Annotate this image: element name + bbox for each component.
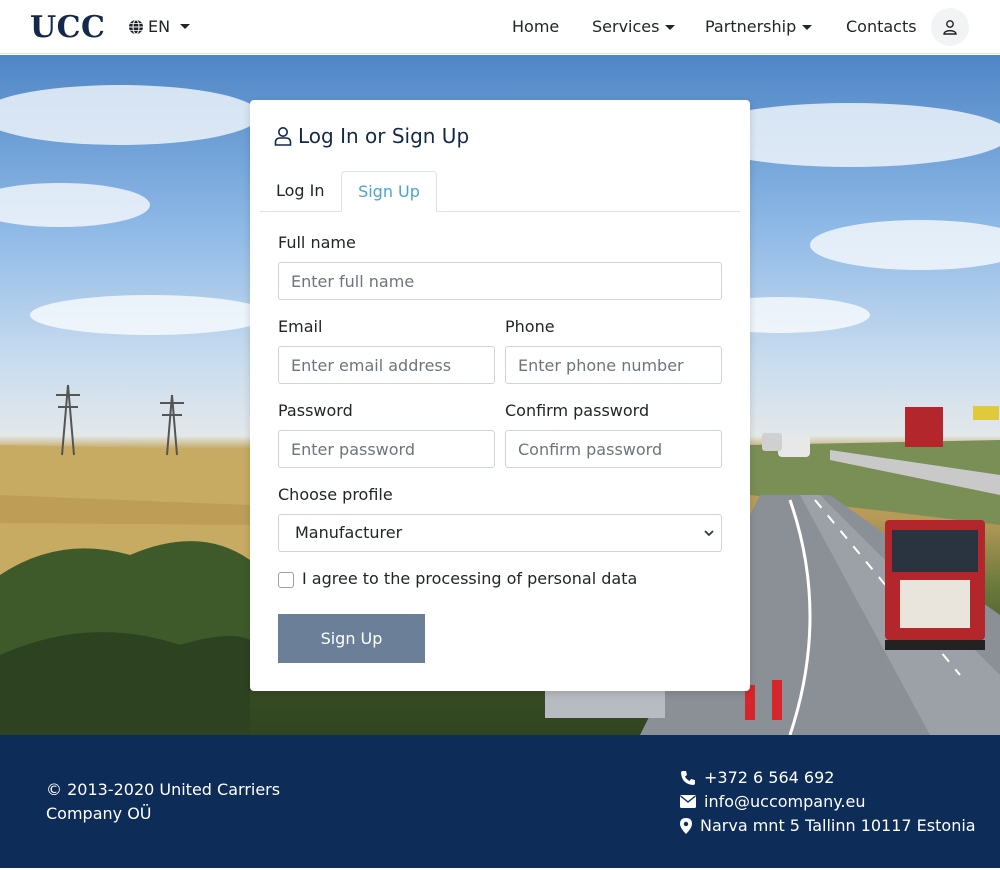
email-input[interactable]	[278, 346, 495, 384]
nav-item-partnership[interactable]: Partnership	[705, 17, 813, 36]
footer: © 2013-2020 United Carriers Company OÜ +…	[0, 735, 1000, 868]
footer-address-text: Narva mnt 5 Tallinn 10117 Estonia	[700, 816, 976, 835]
chevron-down-icon	[704, 530, 714, 537]
footer-phone-text: +372 6 564 692	[704, 768, 835, 787]
footer-email-text: info@uccompany.eu	[704, 792, 866, 811]
full-name-input[interactable]	[278, 262, 722, 300]
auth-card: Log In or Sign Up Log In Sign Up Full na…	[250, 100, 750, 691]
copyright-text: © 2013-2020 United Carriers Company OÜ	[46, 780, 281, 823]
nav-item-home[interactable]: Home	[512, 17, 559, 36]
tab-log-in[interactable]: Log In	[260, 171, 341, 212]
email-label: Email	[278, 317, 323, 336]
full-name-label: Full name	[278, 233, 356, 252]
profile-select[interactable]: Manufacturer	[278, 514, 722, 552]
user-icon	[274, 127, 292, 146]
confirm-password-label: Confirm password	[505, 401, 650, 420]
tab-sign-up[interactable]: Sign Up	[341, 171, 437, 212]
nav-item-services[interactable]: Services	[592, 17, 676, 36]
nav-item-partnership-label: Partnership	[705, 17, 797, 36]
consent-label: I agree to the processing of personal da…	[302, 569, 638, 588]
consent-checkbox[interactable]	[278, 572, 294, 588]
sign-up-button[interactable]: Sign Up	[278, 614, 425, 663]
nav-item-contacts[interactable]: Contacts	[846, 17, 917, 36]
footer-address: Narva mnt 5 Tallinn 10117 Estonia	[680, 816, 976, 835]
card-title-text: Log In or Sign Up	[298, 124, 470, 148]
password-input[interactable]	[278, 430, 495, 468]
confirm-password-input[interactable]	[505, 430, 722, 468]
map-marker-icon	[680, 817, 692, 834]
phone-icon	[681, 770, 695, 785]
chevron-down-icon	[665, 25, 676, 30]
nav-item-services-label: Services	[592, 17, 660, 36]
profile-selected-value: Manufacturer	[295, 523, 403, 542]
card-title: Log In or Sign Up	[274, 124, 469, 148]
user-icon	[943, 20, 957, 35]
navbar: UCC EN Home Services Partnership Contact…	[0, 0, 1000, 54]
phone-label: Phone	[505, 317, 555, 336]
footer-email[interactable]: info@uccompany.eu	[680, 792, 865, 811]
profile-label: Choose profile	[278, 485, 393, 504]
chevron-down-icon	[802, 25, 813, 30]
auth-tabs: Log In Sign Up	[260, 171, 740, 212]
account-button[interactable]	[931, 8, 969, 46]
footer-phone[interactable]: +372 6 564 692	[680, 768, 834, 787]
password-label: Password	[278, 401, 353, 420]
consent-row: I agree to the processing of personal da…	[278, 569, 637, 588]
phone-input[interactable]	[505, 346, 722, 384]
envelope-icon	[680, 795, 696, 808]
